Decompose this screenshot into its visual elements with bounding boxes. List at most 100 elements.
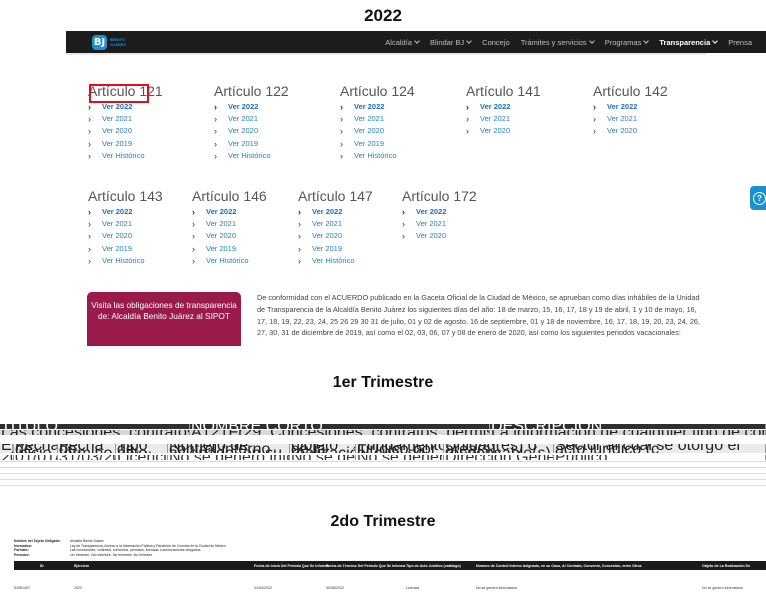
year-title: 2022 [364, 6, 402, 25]
article-link[interactable]: › Ver 2020 [466, 125, 541, 137]
chevron-right-icon: › [214, 138, 217, 149]
article-link[interactable]: › Ver 2019 [298, 243, 373, 255]
article-link-label: Ver 2022 [102, 207, 133, 217]
chevron-right-icon: › [88, 207, 91, 218]
article-link[interactable]: › Ver 2021 [214, 113, 289, 125]
sheet-data-cell: Licencia [116, 455, 168, 460]
article-link-label: Ver 2021 [228, 114, 259, 124]
chevron-right-icon: › [298, 207, 301, 218]
article-link[interactable]: › Ver 2021 [466, 113, 541, 125]
article-link[interactable]: › Ver 2020 [340, 125, 415, 137]
nav-item-transparencia[interactable]: Transparencia [659, 38, 719, 47]
article-link[interactable]: › Ver 2022 [298, 206, 373, 218]
nav-item-label: Concejo [482, 37, 510, 47]
sheet-data-cell: No se generó información [290, 455, 356, 460]
chevron-right-icon: › [466, 126, 469, 137]
q2-title: 2do Trimestre [330, 513, 436, 530]
sheet-header-cell: Unidad(es) o área(s) responsable(s) de i… [444, 444, 554, 453]
article-links: › Ver 2022 › Ver 2021 › Ver 2020 › Ver 2019 › Ver… [298, 206, 373, 267]
sheet-header-cell: Número de control interno asignado, en s… [168, 444, 290, 453]
sheet-data-cell: 31/03/2022 [58, 455, 116, 460]
chevron-down-icon [588, 37, 595, 44]
chevron-right-icon: › [88, 150, 91, 161]
chevron-right-icon: › [466, 102, 469, 113]
article-block: Artículo 143 › Ver 2022 › Ver 2021 › Ver 2020 ›… [88, 187, 163, 267]
grid-line [0, 467, 766, 468]
article-link[interactable]: › Ver 2020 [298, 230, 373, 242]
article-block: Artículo 172 › Ver 2022 › Ver 2021 › Ver 2020 [402, 187, 477, 243]
article-link-label: Ver 2022 [480, 102, 511, 112]
article-title: Artículo 146 [192, 188, 267, 204]
nav-item-prensa[interactable]: Prensa [728, 38, 752, 47]
article-link[interactable]: › Ver 2022 [402, 206, 477, 218]
article-link[interactable]: › Ver 2022 [214, 101, 289, 113]
nav-item-label: Alcaldía [385, 37, 412, 47]
article-link[interactable]: › Ver Histórico [214, 150, 289, 162]
q2-header-cell: Tipo de Acto Jurídico (catálogo) [406, 563, 461, 568]
chevron-right-icon: › [88, 138, 91, 149]
article-link[interactable]: › Ver 2022 [88, 206, 163, 218]
article-link[interactable]: › Ver 2022 [593, 101, 668, 113]
article-title: Artículo 124 [340, 83, 415, 99]
q2-header-row: ID Ejercicio Fecha de Inicio Del Periodo Q… [14, 561, 766, 570]
article-block: Artículo 147 › Ver 2022 › Ver 2021 › Ver 2020 ›… [298, 187, 373, 267]
nav-item-trámites-y-servicios[interactable]: Trámites y servicios [521, 37, 595, 47]
article-link[interactable]: › Ver Histórico [192, 255, 267, 267]
article-link[interactable]: › Ver 2020 [88, 125, 163, 137]
article-link-label: Ver 2022 [228, 102, 259, 112]
article-link-label: Ver 2022 [416, 207, 447, 217]
article-link[interactable]: › Ver 2020 [192, 230, 267, 242]
site-logo[interactable]: BJ BENITO JUÁREZ [92, 34, 136, 50]
sheet-data-cell: Dirección General de Desarrollo Social [444, 455, 554, 460]
chevron-right-icon: › [214, 150, 217, 161]
article-link[interactable]: › Ver 2022 [466, 101, 541, 113]
article-link[interactable]: › Ver 2022 [340, 101, 415, 113]
article-link[interactable]: › Ver 2022 [192, 206, 267, 218]
grid-line [0, 485, 766, 486]
meta-value: Ley de Transparencia, Acceso a la Inform… [70, 543, 226, 548]
article-title: Artículo 172 [402, 188, 477, 204]
article-link[interactable]: › Ver 2021 [298, 218, 373, 230]
q2-header-cell: ID [40, 563, 44, 568]
article-link[interactable]: › Ver 2020 [593, 125, 668, 137]
sheet-cell: NOMBRE CORTO [190, 424, 490, 429]
article-link[interactable]: › Ver Histórico [88, 150, 163, 162]
chevron-down-icon [466, 37, 473, 44]
sipot-button[interactable]: Visita las obligaciones de transparencia… [87, 292, 241, 346]
nav-item-blindar-bj[interactable]: Blindar BJ [430, 37, 473, 47]
article-link[interactable]: › Ver 2019 [88, 243, 163, 255]
article-link[interactable]: › Ver Histórico [298, 255, 373, 267]
article-link[interactable]: › Ver 2019 [88, 138, 163, 150]
chevron-right-icon: › [214, 126, 217, 137]
article-link-label: Ver 2020 [312, 231, 343, 241]
article-link[interactable]: › Ver 2019 [340, 138, 415, 150]
article-link[interactable]: › Ver 2019 [192, 243, 267, 255]
chevron-right-icon: › [88, 255, 91, 266]
article-link[interactable]: › Ver 2020 [214, 125, 289, 137]
sheet-cell: Las concesiones, contratos, convenios, p… [0, 430, 190, 435]
nav-item-programas[interactable]: Programas [605, 38, 650, 47]
article-link[interactable]: › Ver 2020 [402, 230, 477, 242]
article-link[interactable]: › Ver 2021 [88, 113, 163, 125]
article-link[interactable]: › Ver 2021 [402, 218, 477, 230]
article-link[interactable]: › Ver 2021 [88, 218, 163, 230]
chevron-right-icon: › [192, 207, 195, 218]
accessibility-tab[interactable]: ? [750, 186, 766, 210]
nav-item-alcaldía[interactable]: Alcaldía [385, 37, 420, 47]
article-link-label: Ver Histórico [206, 255, 249, 265]
article-link[interactable]: › Ver 2021 [593, 113, 668, 125]
sheet-data-cell: Público [554, 455, 766, 460]
article-link[interactable]: › Ver Histórico [88, 255, 163, 267]
article-link[interactable]: › Ver 2021 [192, 218, 267, 230]
chevron-right-icon: › [402, 207, 405, 218]
chevron-right-icon: › [298, 243, 301, 254]
logo-text: BENITO JUÁREZ [110, 37, 127, 47]
nav-item-concejo[interactable]: Concejo [482, 38, 510, 47]
article-link-label: Ver 2020 [102, 126, 133, 136]
chevron-right-icon: › [298, 219, 301, 230]
article-link[interactable]: › Ver Histórico [340, 150, 415, 162]
article-link[interactable]: › Ver 2019 [214, 138, 289, 150]
article-link[interactable]: › Ver 2021 [340, 113, 415, 125]
article-link-label: Ver 2020 [102, 231, 133, 241]
article-link[interactable]: › Ver 2020 [88, 230, 163, 242]
